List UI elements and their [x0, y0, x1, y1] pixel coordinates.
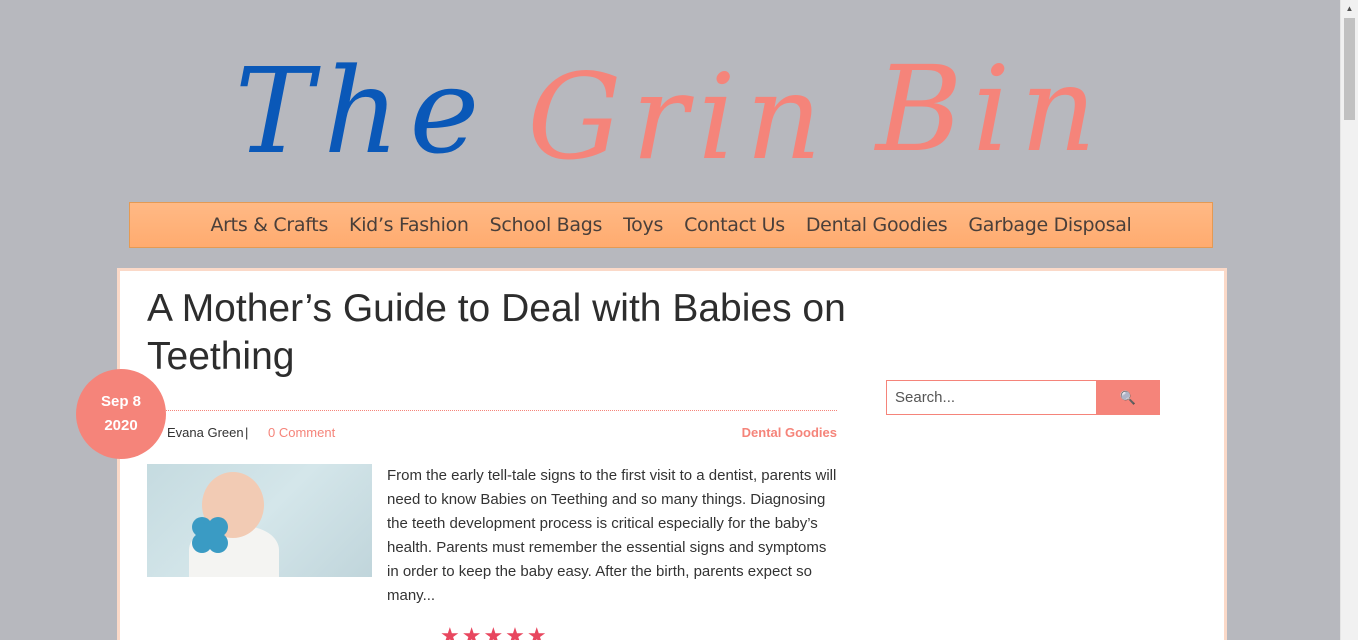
thumbnail-teether-toy — [197, 522, 223, 548]
search-icon: 🔍 — [1119, 389, 1137, 405]
nav-item-toys[interactable]: Toys — [623, 214, 663, 236]
page: The Grin Bin Arts & Crafts Kid’s Fashion S… — [0, 0, 1358, 640]
date-badge: Sep 8 2020 — [76, 369, 166, 459]
search-button[interactable]: 🔍 — [1096, 380, 1160, 415]
search-widget: 🔍 — [886, 380, 1160, 415]
main-nav: Arts & Crafts Kid’s Fashion School Bags … — [129, 202, 1213, 248]
scrollbar-thumb[interactable] — [1344, 18, 1355, 120]
nav-item-garbage-disposal[interactable]: Garbage Disposal — [968, 214, 1131, 236]
logo-word-the: The — [234, 42, 490, 180]
meta-separator: | — [245, 425, 249, 440]
post-author[interactable]: Evana Green — [167, 425, 244, 440]
site-logo[interactable]: The Grin Bin — [0, 0, 1341, 200]
date-year: 2020 — [104, 417, 138, 434]
nav-item-contact-us[interactable]: Contact Us — [684, 214, 785, 236]
nav-item-kids-fashion[interactable]: Kid’s Fashion — [349, 214, 469, 236]
nav-item-school-bags[interactable]: School Bags — [490, 214, 603, 236]
nav-item-dental-goodies[interactable]: Dental Goodies — [806, 214, 948, 236]
post-category-link[interactable]: Dental Goodies — [742, 425, 837, 440]
vertical-scrollbar[interactable]: ▲ — [1340, 0, 1358, 640]
scroll-up-arrow-icon[interactable]: ▲ — [1341, 0, 1358, 17]
post-card: A Mother’s Guide to Deal with Babies on … — [117, 268, 1227, 640]
meta-divider — [147, 410, 837, 411]
date-month-day: Sep 8 — [100, 393, 142, 410]
logo-word-bin: Bin — [875, 40, 1107, 178]
logo-word-grin: Grin — [527, 48, 832, 186]
post-meta: Evana Green | 0 Comment Dental Goodies — [147, 425, 837, 445]
rating-stars-icon: ★★★★★ — [440, 623, 549, 640]
search-input[interactable] — [886, 380, 1096, 415]
nav-item-arts-crafts[interactable]: Arts & Crafts — [210, 214, 328, 236]
post-excerpt: From the early tell-tale signs to the fi… — [387, 467, 837, 604]
post-thumbnail[interactable] — [147, 464, 372, 577]
post-title[interactable]: A Mother’s Guide to Deal with Babies on … — [147, 285, 847, 381]
post-comments-link[interactable]: 0 Comment — [268, 425, 335, 440]
